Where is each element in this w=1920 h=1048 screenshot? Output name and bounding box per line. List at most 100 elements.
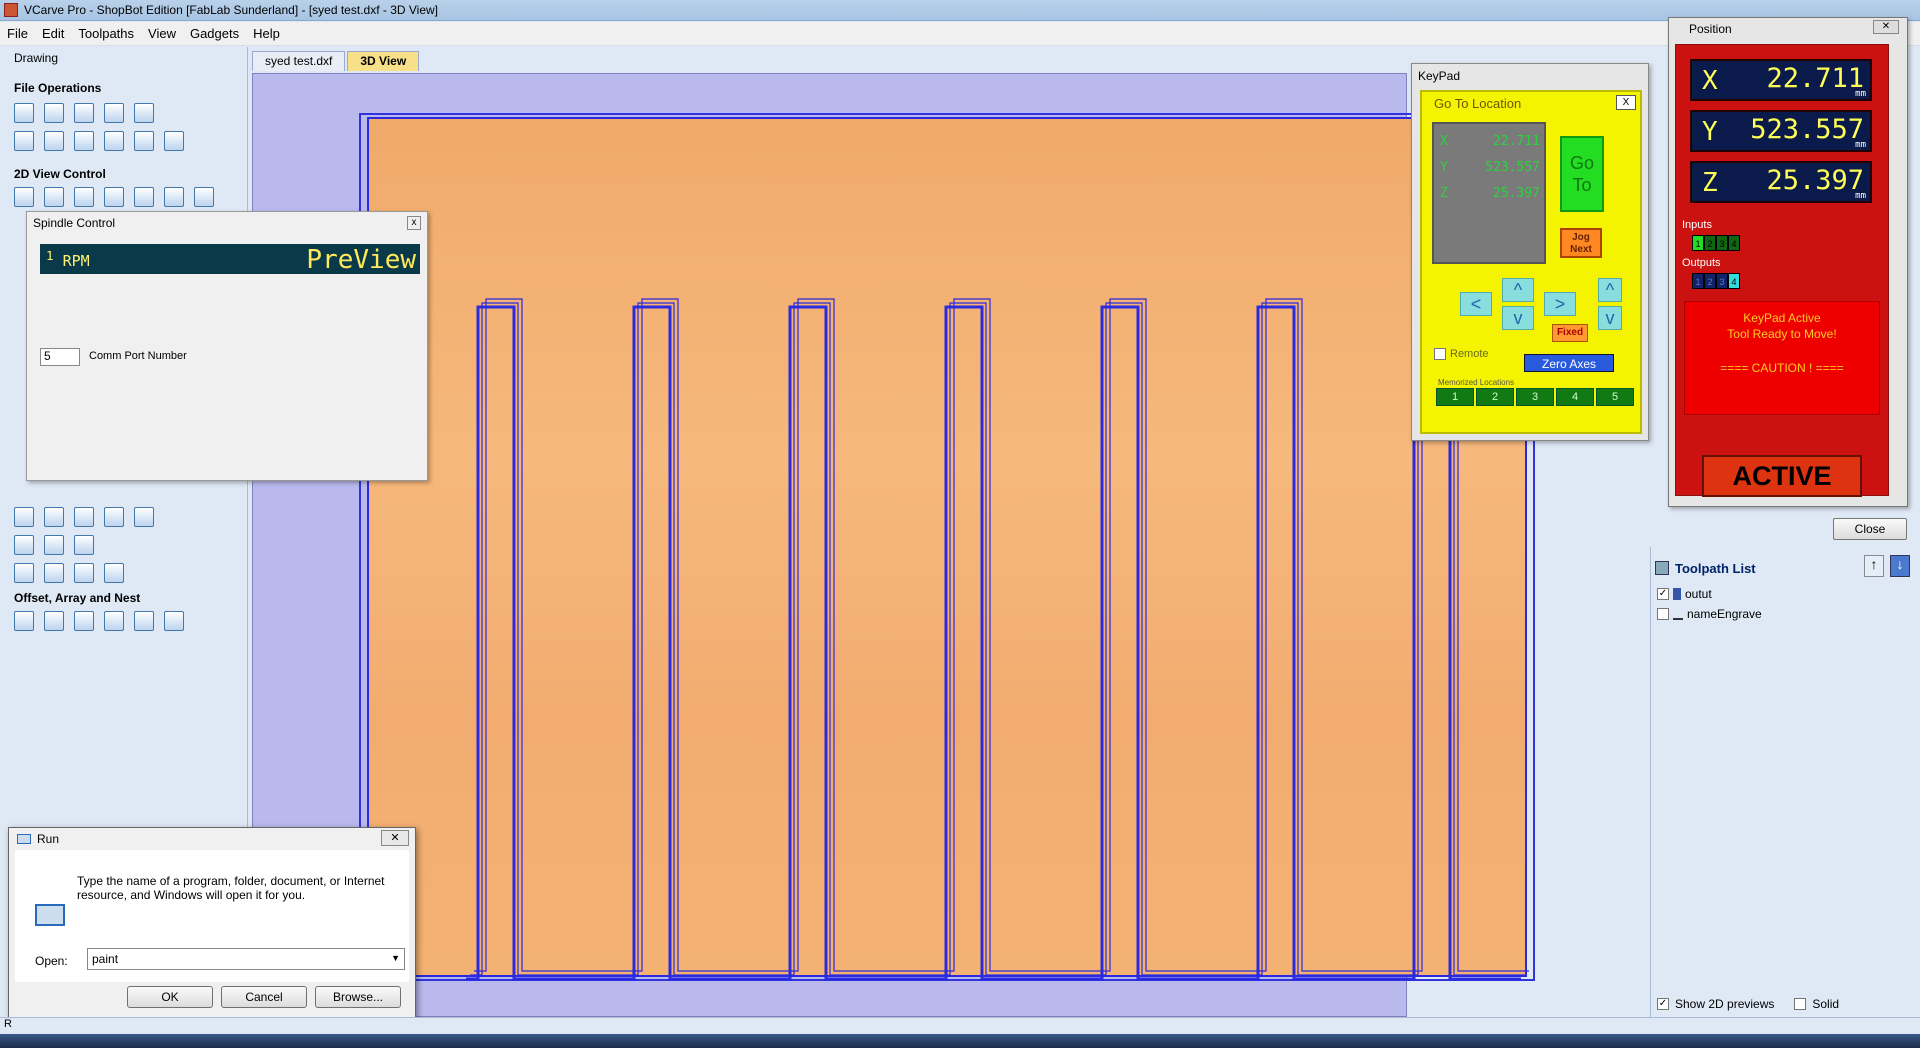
y-axis-unit: mm: [1855, 140, 1866, 150]
jog-left-button[interactable]: <: [1460, 292, 1492, 316]
pan-icon[interactable]: [14, 187, 34, 207]
view-split-icon[interactable]: [134, 187, 154, 207]
toolpath-item[interactable]: ✓ outut: [1657, 587, 1712, 601]
zoom-extents-icon[interactable]: [74, 187, 94, 207]
menu-file[interactable]: File: [0, 26, 35, 41]
toolpath-item[interactable]: nameEngrave: [1657, 607, 1762, 621]
weld-icon[interactable]: [14, 507, 34, 527]
new-file-icon[interactable]: [14, 103, 34, 123]
smooth-icon[interactable]: [74, 563, 94, 583]
comm-port-input[interactable]: 5: [40, 348, 80, 366]
memorized-locations-label: Memorized Locations: [1438, 378, 1515, 387]
import-icon[interactable]: [104, 103, 124, 123]
copy-along-vector-icon[interactable]: [104, 611, 124, 631]
save-icon[interactable]: [74, 103, 94, 123]
z-down-button[interactable]: v: [1598, 306, 1622, 330]
select-all-icon[interactable]: [14, 131, 34, 151]
output-1: 1: [1692, 273, 1704, 289]
browse-button[interactable]: Browse...: [315, 986, 401, 1008]
export-icon[interactable]: [134, 103, 154, 123]
memory-button-3[interactable]: 3: [1516, 388, 1554, 406]
move-up-icon[interactable]: ↑: [1864, 555, 1884, 577]
memory-button-5[interactable]: 5: [1596, 388, 1634, 406]
toolpath-label: nameEngrave: [1687, 607, 1762, 621]
position-close-button[interactable]: ✕: [1873, 20, 1899, 34]
remote-box[interactable]: [1434, 348, 1446, 360]
engrave-tool-icon: [1673, 608, 1683, 620]
dogbone-icon[interactable]: [44, 535, 64, 555]
intersect-icon[interactable]: [74, 507, 94, 527]
input-3: 3: [1716, 235, 1728, 251]
circular-array-icon[interactable]: [74, 611, 94, 631]
jog-down-button[interactable]: v: [1502, 306, 1534, 330]
view-3d-icon[interactable]: [194, 187, 214, 207]
zoom-icon[interactable]: [44, 187, 64, 207]
zero-axes-button[interactable]: Zero Axes: [1524, 354, 1614, 372]
close-vector-icon[interactable]: [14, 563, 34, 583]
caution-text: ==== CAUTION ! ====: [1720, 361, 1844, 375]
goto-close-button[interactable]: X: [1616, 95, 1636, 110]
jog-next-button[interactable]: Jog Next: [1560, 228, 1602, 258]
menu-toolpaths[interactable]: Toolpaths: [71, 26, 141, 41]
node-icon[interactable]: [104, 563, 124, 583]
rpm-label: 1 RPM: [46, 248, 90, 270]
remote-checkbox[interactable]: Remote: [1434, 348, 1489, 360]
input-1: 1: [1692, 235, 1704, 251]
cut-icon[interactable]: [44, 131, 64, 151]
tab-3d-view[interactable]: 3D View: [347, 51, 420, 71]
trim-icon[interactable]: [134, 507, 154, 527]
output-3: 3: [1716, 273, 1728, 289]
file-operations-heading: File Operations: [14, 81, 102, 95]
nest-parts-icon[interactable]: [164, 611, 184, 631]
solid-checkbox[interactable]: [1794, 998, 1807, 1010]
jog-up-button[interactable]: ^: [1502, 278, 1534, 302]
memory-button-1[interactable]: 1: [1436, 388, 1474, 406]
keypad-window: KeyPad Go To Location X X 22.711 Y 523.557…: [1411, 63, 1649, 441]
spindle-close-button[interactable]: x: [407, 216, 421, 230]
paste-icon[interactable]: [104, 131, 124, 151]
menu-help[interactable]: Help: [246, 26, 287, 41]
undo-icon[interactable]: [134, 131, 154, 151]
open-file-icon[interactable]: [44, 103, 64, 123]
toolpath-checkbox[interactable]: ✓: [1657, 588, 1669, 600]
drawing-panel-title: Drawing: [14, 51, 59, 65]
close-button[interactable]: Close: [1833, 518, 1907, 540]
output-4: 4: [1728, 273, 1740, 289]
tab-syed-test-dxf[interactable]: syed test.dxf: [252, 51, 346, 71]
run-close-button[interactable]: ✕: [381, 830, 409, 846]
view-horizontal-icon[interactable]: [164, 187, 184, 207]
extend-icon[interactable]: [74, 535, 94, 555]
ok-button[interactable]: OK: [127, 986, 213, 1008]
menu-gadgets[interactable]: Gadgets: [183, 26, 246, 41]
z-up-button[interactable]: ^: [1598, 278, 1622, 302]
goto-button[interactable]: Go To: [1560, 136, 1604, 212]
material-block: [367, 117, 1527, 977]
run-program-icon: [35, 904, 65, 926]
menu-edit[interactable]: Edit: [35, 26, 71, 41]
memory-button-4[interactable]: 4: [1556, 388, 1594, 406]
redo-icon[interactable]: [164, 131, 184, 151]
jog-right-button[interactable]: >: [1544, 292, 1576, 316]
toolpath-list-title: Toolpath List: [1675, 561, 1756, 576]
show-2d-checkbox[interactable]: ✓: [1657, 998, 1669, 1010]
join-icon[interactable]: [104, 507, 124, 527]
zoom-window-icon[interactable]: [104, 187, 124, 207]
menu-view[interactable]: View: [141, 26, 183, 41]
toolpath-checkbox[interactable]: [1657, 608, 1669, 620]
keypad-title: KeyPad: [1418, 69, 1461, 83]
chevron-down-icon[interactable]: ▼: [391, 953, 400, 963]
active-button[interactable]: ACTIVE: [1702, 455, 1862, 497]
subtract-icon[interactable]: [44, 507, 64, 527]
cancel-button[interactable]: Cancel: [221, 986, 307, 1008]
copy-icon[interactable]: [74, 131, 94, 151]
fillet-icon[interactable]: [14, 535, 34, 555]
offset-icon[interactable]: [14, 611, 34, 631]
curve-icon[interactable]: [44, 563, 64, 583]
spindle-control-window: Spindle Control x 1 RPM PreView 5 Comm P…: [26, 211, 428, 481]
move-down-icon[interactable]: ↓: [1890, 555, 1910, 577]
nest-icon[interactable]: [134, 611, 154, 631]
open-input[interactable]: paint ▼: [87, 948, 405, 970]
fixed-button[interactable]: Fixed: [1552, 324, 1588, 342]
memory-button-2[interactable]: 2: [1476, 388, 1514, 406]
array-icon[interactable]: [44, 611, 64, 631]
